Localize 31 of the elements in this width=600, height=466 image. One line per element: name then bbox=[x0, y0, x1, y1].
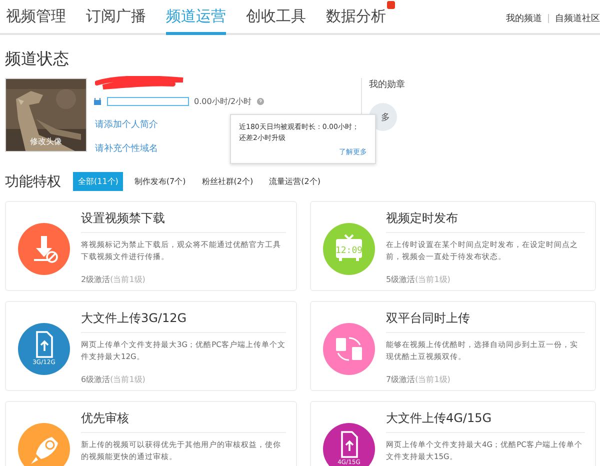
rocket-icon bbox=[31, 437, 58, 464]
profile-link[interactable]: 请补充个性域名 bbox=[95, 142, 158, 155]
filter-tab[interactable]: 制作发布(7个) bbox=[129, 172, 191, 191]
filter-tab[interactable]: 粉丝社群(2个) bbox=[196, 172, 258, 191]
download-blocked-icon bbox=[34, 236, 58, 263]
filter-tab[interactable]: 流量运营(2个) bbox=[264, 172, 326, 191]
clock-display-text: 12:09 bbox=[335, 246, 363, 256]
level-icon bbox=[93, 97, 102, 106]
section-title: 频道状态 bbox=[5, 49, 70, 70]
nav-tab[interactable]: 订阅广播 bbox=[86, 7, 146, 35]
feature-title: 视频定时发布 bbox=[386, 210, 585, 233]
feature-title: 优先审核 bbox=[81, 410, 286, 433]
feature-title: 大文件上传3G/12G bbox=[81, 310, 286, 333]
nav-tab[interactable]: 视频管理 bbox=[6, 7, 66, 35]
help-icon[interactable] bbox=[256, 98, 264, 105]
sync-files-icon bbox=[336, 337, 362, 361]
medals-title: 我的勋章 bbox=[369, 78, 406, 91]
header-link[interactable]: 我的频道 bbox=[506, 12, 542, 25]
section-title: 功能特权 bbox=[5, 172, 61, 190]
header-link[interactable]: 自频道社区 bbox=[555, 12, 600, 25]
nav-tab[interactable]: 数据分析 bbox=[326, 7, 386, 35]
feature-title: 双平台同时上传 bbox=[386, 310, 585, 333]
feature-title: 设置视频禁下载 bbox=[81, 210, 286, 233]
unlock-level: 6级激活(当前1级) bbox=[81, 374, 146, 385]
unlock-level: 7级激活(当前1级) bbox=[386, 374, 452, 385]
nav-tab[interactable]: 创收工具 bbox=[246, 7, 306, 35]
progress-reading: 0.00小时/2小时 bbox=[194, 96, 252, 107]
unlock-level: 5级激活(当前1级) bbox=[386, 274, 452, 285]
unlock-level: 2级激活(当前1级) bbox=[81, 274, 146, 285]
profile-link[interactable]: 请添加个人简介 bbox=[95, 118, 158, 131]
feature-title: 大文件上传4G/15G bbox=[386, 410, 585, 433]
